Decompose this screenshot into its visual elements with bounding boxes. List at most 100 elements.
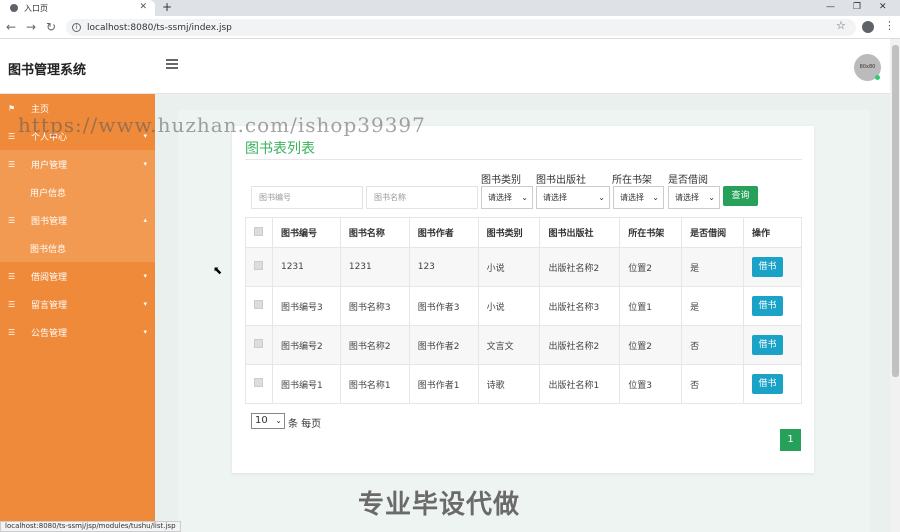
row-checkbox[interactable] <box>254 339 263 348</box>
table-cell: 图书编号3 <box>271 286 341 326</box>
page-size-select[interactable]: 10 ⌄ <box>251 413 285 429</box>
table-row: 图书编号2 图书名称2 图书作者2 文言文 出版社名称2 位置2 否 借书 <box>245 325 803 365</box>
window-close-icon[interactable]: ✕ <box>879 0 887 14</box>
table-cell: 出版社名称2 <box>539 325 621 365</box>
list-icon: ☰ <box>8 215 16 225</box>
column-header: 是否借阅 <box>681 217 744 248</box>
scrollbar-thumb[interactable] <box>892 45 899 377</box>
borrow-button[interactable]: 借书 <box>751 296 783 316</box>
sidebar-subitem-book-info[interactable]: 图书信息 <box>0 234 155 262</box>
publisher-select[interactable]: 请选择 ⌄ <box>536 186 610 209</box>
sidebar-item-user-management[interactable]: ☰ 用户管理 ▾ <box>0 150 155 178</box>
browser-tab-bar: 入口页 ✕ + — ❐ ✕ <box>0 0 900 16</box>
borrow-button[interactable]: 借书 <box>751 374 783 394</box>
sidebar-item-book-management[interactable]: ☰ 图书管理 ▴ <box>0 206 155 234</box>
avatar[interactable]: 80x80 <box>854 54 881 81</box>
url-field[interactable]: i localhost:8080/ts-ssmj/index.jsp <box>66 19 856 36</box>
bookmark-star-icon[interactable]: ☆ <box>836 19 846 32</box>
table-cell: 图书编号1 <box>271 364 341 404</box>
table-cell: 图书名称3 <box>339 286 410 326</box>
chevron-down-icon: ⌄ <box>521 193 528 202</box>
list-icon: ☰ <box>8 131 16 141</box>
shelf-filter-label: 所在书架 <box>612 175 652 186</box>
minimize-icon[interactable]: — <box>826 0 835 14</box>
flag-icon: ⚑ <box>8 103 16 113</box>
list-icon: ☰ <box>8 327 16 337</box>
sidebar-item-label: 图书管理 <box>31 216 68 227</box>
borrowed-filter-label: 是否借阅 <box>668 175 708 186</box>
select-all-cell <box>245 217 273 248</box>
sidebar-subitem-user-info[interactable]: 用户信息 <box>0 178 155 206</box>
new-tab-icon[interactable]: + <box>162 0 172 14</box>
list-icon: ☰ <box>8 271 16 281</box>
account-icon[interactable] <box>862 21 874 33</box>
maximize-icon[interactable]: ❐ <box>853 0 861 14</box>
publisher-select-value: 请选择 <box>543 193 567 202</box>
sidebar-item-message-management[interactable]: ☰ 留言管理 ▾ <box>0 290 155 318</box>
chevron-down-icon: ▾ <box>143 272 147 280</box>
table-cell: 小说 <box>477 247 541 287</box>
list-icon: ☰ <box>8 299 16 309</box>
sidebar-item-notice-management[interactable]: ☰ 公告管理 ▾ <box>0 318 155 346</box>
table-cell: 出版社名称1 <box>539 364 621 404</box>
action-cell: 借书 <box>742 364 803 404</box>
row-checkbox[interactable] <box>254 300 263 309</box>
list-icon: ☰ <box>8 159 16 169</box>
close-tab-icon[interactable]: ✕ <box>139 2 147 12</box>
title-divider <box>245 159 802 160</box>
table-cell: 是 <box>681 286 744 326</box>
forward-icon[interactable]: → <box>26 19 36 35</box>
chevron-down-icon: ⌄ <box>652 193 659 202</box>
table-header-row: 图书编号 图书名称 图书作者 图书类别 图书出版社 所在书架 是否借阅 操作 <box>245 217 803 248</box>
table-row: 1231 1231 123 小说 出版社名称2 位置2 是 借书 <box>245 247 803 287</box>
book-name-placeholder: 图书名称 <box>374 193 406 202</box>
app-brand: 图书管理系统 <box>8 63 87 78</box>
app-header: 图书管理系统 80x80 <box>0 39 890 94</box>
table-cell: 位置2 <box>619 325 683 365</box>
row-select-cell <box>245 325 273 365</box>
address-bar: ← → ↻ i localhost:8080/ts-ssmj/index.jsp… <box>0 16 900 39</box>
more-menu-icon[interactable]: ⋮ <box>884 19 895 32</box>
table-cell: 否 <box>681 364 744 404</box>
table-cell: 图书作者1 <box>408 364 479 404</box>
sidebar-item-borrow-management[interactable]: ☰ 借阅管理 ▾ <box>0 262 155 290</box>
book-no-input[interactable]: 图书编号 <box>251 186 363 209</box>
borrowed-select[interactable]: 请选择 ⌄ <box>668 186 720 209</box>
chevron-down-icon: ⌄ <box>598 193 605 202</box>
table-cell: 图书作者2 <box>408 325 479 365</box>
table-cell: 图书编号2 <box>271 325 341 365</box>
category-select[interactable]: 请选择 ⌄ <box>481 186 533 209</box>
page-size-value: 10 <box>255 415 268 426</box>
category-filter-label: 图书类别 <box>481 175 521 186</box>
chevron-down-icon: ▾ <box>143 300 147 308</box>
table-cell: 出版社名称2 <box>539 247 621 287</box>
query-button[interactable]: 查询 <box>723 186 758 206</box>
page-button-current[interactable]: 1 <box>780 429 801 451</box>
select-all-checkbox[interactable] <box>254 226 263 236</box>
browser-tab[interactable]: 入口页 ✕ <box>0 0 155 16</box>
book-list-panel: 图书表列表 图书类别 图书出版社 所在书架 是否借阅 图书编号 图书名称 请选择… <box>232 126 814 473</box>
row-checkbox[interactable] <box>254 378 263 387</box>
sidebar-item-label: 公告管理 <box>31 328 68 339</box>
table-cell: 出版社名称3 <box>539 286 621 326</box>
shelf-select[interactable]: 请选择 ⌄ <box>613 186 664 209</box>
chevron-down-icon: ▾ <box>143 328 147 336</box>
avatar-text: 80x80 <box>859 64 876 70</box>
chevron-down-icon: ▾ <box>143 160 147 168</box>
table-row: 图书编号1 图书名称1 图书作者1 诗歌 出版社名称1 位置3 否 借书 <box>245 364 803 404</box>
chevron-down-icon: ⌄ <box>708 193 715 202</box>
back-icon[interactable]: ← <box>6 19 16 35</box>
action-cell: 借书 <box>742 325 803 365</box>
borrow-button[interactable]: 借书 <box>751 335 783 355</box>
borrow-button[interactable]: 借书 <box>751 257 783 277</box>
table-cell: 图书名称2 <box>339 325 410 365</box>
table-cell: 123 <box>408 247 479 287</box>
row-checkbox[interactable] <box>254 261 263 270</box>
chevron-up-icon: ▴ <box>143 216 147 224</box>
book-name-input[interactable]: 图书名称 <box>366 186 478 209</box>
mouse-cursor-icon: ⬉ <box>213 264 223 277</box>
info-icon[interactable]: i <box>72 23 81 32</box>
menu-toggle-icon[interactable] <box>166 59 178 69</box>
table-cell: 图书名称1 <box>339 364 410 404</box>
reload-icon[interactable]: ↻ <box>46 19 56 35</box>
